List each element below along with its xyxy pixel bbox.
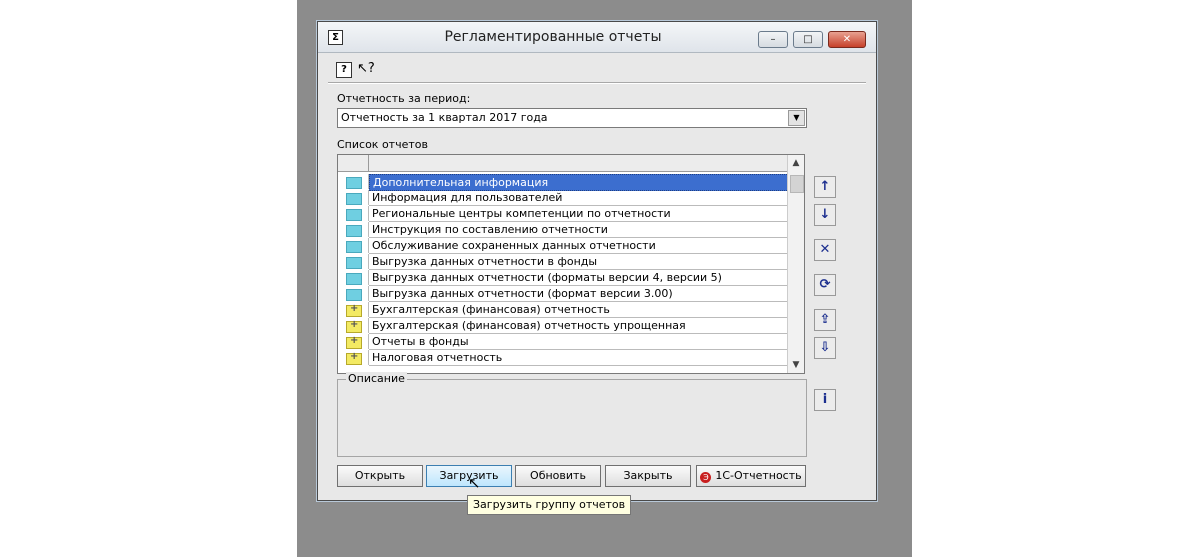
list-item-label: Бухгалтерская (финансовая) отчетность (369, 302, 787, 318)
period-select[interactable]: Отчетность за 1 квартал 2017 года ▼ (337, 108, 807, 128)
list-item-label: Инструкция по составлению отчетности (369, 222, 787, 238)
import-button[interactable]: ⇩ (814, 337, 836, 359)
list-item-label: Отчеты в фонды (369, 334, 787, 350)
list-item-label: Обслуживание сохраненных данных отчетнос… (369, 238, 787, 254)
list-item-icon-cell (338, 238, 369, 253)
list-scrollbar[interactable]: ▲ ▼ (787, 155, 804, 373)
onec-logo-icon: Э (700, 472, 712, 483)
list-header-icon-column (338, 155, 369, 171)
reports-list-label: Список отчетов (337, 138, 428, 151)
folder-icon (346, 289, 362, 301)
list-item-icon-cell (338, 318, 369, 333)
update-button[interactable]: Обновить (515, 465, 601, 487)
onec-reporting-label: 1С-Отчетность (715, 469, 802, 482)
move-up-button[interactable]: ↑ (814, 176, 836, 198)
group-folder-icon (346, 303, 362, 317)
list-item-icon-cell (338, 206, 369, 221)
list-item-icon-cell (338, 174, 369, 189)
list-item[interactable]: Выгрузка данных отчетности (формат верси… (338, 286, 788, 302)
folder-icon (346, 193, 362, 205)
list-item-icon-cell (338, 190, 369, 205)
group-folder-icon (346, 335, 362, 349)
maximize-button[interactable]: □ (793, 31, 823, 48)
list-item[interactable]: Отчеты в фонды (338, 334, 788, 350)
info-button[interactable]: i (814, 389, 836, 411)
list-item-icon-cell (338, 286, 369, 301)
list-item-label: Дополнительная информация (369, 174, 789, 191)
list-item[interactable]: Информация для пользователей (338, 190, 788, 206)
group-folder-icon (346, 351, 362, 365)
folder-icon (346, 273, 362, 285)
list-item-label: Выгрузка данных отчетности (формат верси… (369, 286, 787, 302)
list-item[interactable]: Инструкция по составлению отчетности (338, 222, 788, 238)
close-button[interactable]: Закрыть (605, 465, 691, 487)
list-item-icon-cell (338, 254, 369, 269)
list-item[interactable]: Региональные центры компетенции по отчет… (338, 206, 788, 222)
group-folder-icon (346, 319, 362, 333)
list-item-label: Информация для пользователей (369, 190, 787, 206)
list-item-icon-cell (338, 222, 369, 237)
folder-icon (346, 257, 362, 269)
help-icon[interactable]: ? (336, 62, 352, 78)
list-item-label: Региональные центры компетенции по отчет… (369, 206, 787, 222)
list-item-label: Выгрузка данных отчетности (форматы верс… (369, 270, 787, 286)
list-item-icon-cell (338, 334, 369, 349)
scroll-up-icon[interactable]: ▲ (788, 155, 804, 171)
folder-icon (346, 241, 362, 253)
list-item-icon-cell (338, 350, 369, 365)
delete-button[interactable]: ✕ (814, 239, 836, 261)
mouse-cursor-top-icon: ˇ (512, 0, 518, 7)
period-label: Отчетность за период: (337, 92, 471, 105)
tooltip: Загрузить группу отчетов (467, 495, 632, 515)
list-header (338, 155, 788, 172)
refresh-button[interactable]: ⟳ (814, 274, 836, 296)
folder-icon (346, 225, 362, 237)
list-item[interactable]: Выгрузка данных отчетности (форматы верс… (338, 270, 788, 286)
reports-rows: Дополнительная информация Информация для … (338, 174, 789, 366)
whats-this-icon[interactable]: ↖? (357, 62, 375, 76)
open-button[interactable]: Открыть (337, 465, 423, 487)
title-bar[interactable]: Σ Регламентированные отчеты – □ ✕ (318, 22, 876, 53)
export-button[interactable]: ⇪ (814, 309, 836, 331)
mouse-cursor-icon: ↖ (468, 474, 481, 492)
list-item[interactable]: Обслуживание сохраненных данных отчетнос… (338, 238, 788, 254)
onec-reporting-button[interactable]: Э 1С-Отчетность (696, 465, 806, 487)
window-title: Регламентированные отчеты (444, 29, 662, 45)
list-item-label: Налоговая отчетность (369, 350, 787, 366)
folder-icon (346, 177, 362, 189)
toolbar-divider (328, 82, 866, 84)
close-window-button[interactable]: ✕ (828, 31, 866, 48)
reports-list[interactable]: Дополнительная информация Информация для … (337, 154, 805, 374)
list-item-icon-cell (338, 302, 369, 317)
list-item[interactable]: Выгрузка данных отчетности в фонды (338, 254, 788, 270)
period-select-value: Отчетность за 1 квартал 2017 года (341, 111, 548, 124)
description-label: Описание (346, 372, 407, 385)
scroll-down-icon[interactable]: ▼ (788, 357, 804, 373)
regulated-reports-window: Σ Регламентированные отчеты – □ ✕ ? ↖? О… (317, 21, 877, 501)
list-item-label: Бухгалтерская (финансовая) отчетность уп… (369, 318, 787, 334)
list-item-icon-cell (338, 270, 369, 285)
move-down-button[interactable]: ↓ (814, 204, 836, 226)
list-item[interactable]: Бухгалтерская (финансовая) отчетность (338, 302, 788, 318)
list-item[interactable]: Налоговая отчетность (338, 350, 788, 366)
description-panel: Описание (337, 372, 807, 457)
list-item[interactable]: Дополнительная информация (338, 174, 789, 191)
list-item-label: Выгрузка данных отчетности в фонды (369, 254, 787, 270)
chevron-down-icon[interactable]: ▼ (788, 110, 805, 126)
scroll-thumb[interactable] (790, 175, 804, 193)
list-item[interactable]: Бухгалтерская (финансовая) отчетность уп… (338, 318, 788, 334)
minimize-button[interactable]: – (758, 31, 788, 48)
folder-icon (346, 209, 362, 221)
